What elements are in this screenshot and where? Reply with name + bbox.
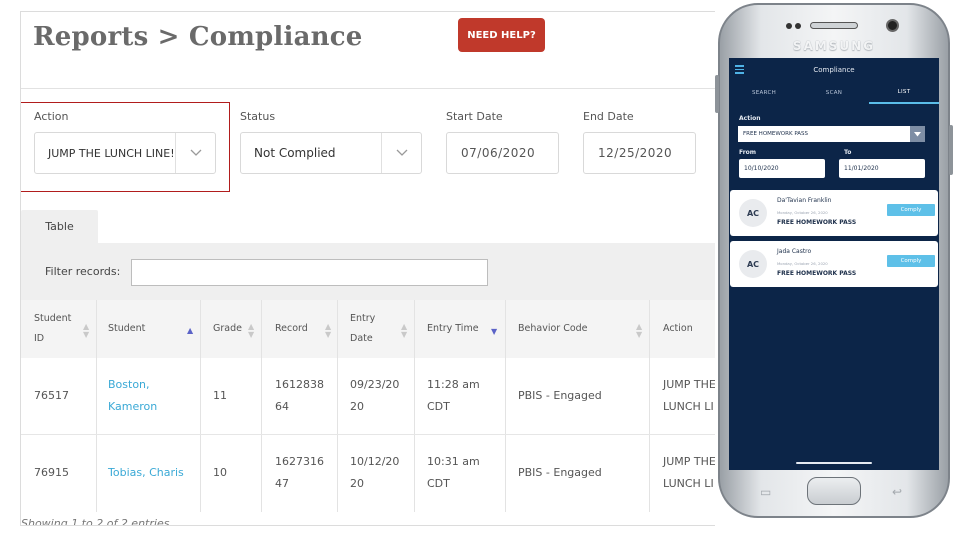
from-label: From [739,149,757,156]
app-title: Compliance [813,66,855,74]
col-header-action[interactable]: Action [663,319,693,339]
from-date-input[interactable]: 10/10/2020 [739,159,825,178]
sort-asc-icon[interactable]: ▲ [187,327,193,335]
need-help-button[interactable]: NEED HELP? [458,18,545,52]
hamburger-menu-icon[interactable] [735,65,744,74]
sort-desc-icon[interactable]: ▼ [491,328,497,336]
list-item[interactable]: AC Da'Tavian Franklin Monday, October 26… [730,190,938,236]
avatar: AC [739,199,767,227]
cell-entry-time: 10:31 am CDT [427,455,480,490]
to-date-input[interactable]: 11/01/2020 [839,159,925,178]
status-label: Status [240,110,276,123]
phone-screen: Compliance SEARCH SCAN LIST Action FREE … [729,58,939,470]
start-date-label: Start Date [446,110,503,123]
list-item[interactable]: AC Jada Castro Monday, October 26, 2020 … [730,241,938,287]
table-info: Showing 1 to 2 of 2 entries [21,517,170,526]
avatar: AC [739,250,767,278]
back-icon[interactable]: ↩ [892,485,902,499]
student-link[interactable]: Boston, Kameron [108,374,157,418]
col-header-record[interactable]: Record [275,319,308,339]
cell-record: 1612838 64 [275,378,324,413]
mobile-action-select[interactable]: FREE HOMEWORK PASS [738,126,925,142]
col-header-behavior-code[interactable]: Behavior Code [518,319,588,339]
col-header-entry-time[interactable]: Entry Time [427,319,479,339]
sort-icon[interactable]: ▲ ▼ [325,323,331,339]
desktop-panel: Reports > Compliance NEED HELP? Action J… [20,11,715,526]
filter-records-label: Filter records: [45,265,121,278]
sensor-dot [786,23,792,29]
column-divider [261,300,262,512]
app-bar: Compliance [729,58,939,82]
column-divider [414,300,415,512]
cell-record: 1627316 47 [275,455,324,490]
status-select-value: Not Complied [254,146,336,160]
row-divider [21,434,715,435]
header-divider [21,88,715,89]
start-date-input[interactable]: 07/06/2020 [446,132,559,174]
end-date-label: End Date [583,110,634,123]
to-label: To [844,149,852,156]
column-divider [649,300,650,512]
comply-button[interactable]: Comply [887,204,935,216]
home-button[interactable] [807,477,861,505]
comply-button[interactable]: Comply [887,255,935,267]
filter-records-input[interactable] [131,259,488,286]
phone-frame: SAMSUNG Compliance SEARCH SCAN LIST Acti… [715,3,953,518]
status-select[interactable]: Not Complied [240,132,422,174]
tab-search[interactable]: SEARCH [729,82,799,104]
col-header-student-id[interactable]: Student ID [34,309,71,349]
end-date-input[interactable]: 12/25/2020 [583,132,696,174]
student-link[interactable]: Tobias, Charis [108,462,184,484]
mobile-tabs: SEARCH SCAN LIST [729,82,939,104]
sensor-dot [795,23,801,29]
camera-icon [886,19,899,32]
chevron-down-icon[interactable] [381,133,421,173]
cell-grade: 11 [213,389,227,402]
volume-button [715,75,719,113]
cell-student-id: 76915 [34,466,69,479]
column-divider [505,300,506,512]
sort-icon[interactable]: ▲ ▼ [636,323,642,339]
page-title: Reports > Compliance [33,22,363,52]
cell-action: JUMP THE LUNCH LI [663,378,715,413]
cell-entry-date: 10/12/20 20 [350,455,400,490]
col-header-student[interactable]: Student [108,319,145,339]
dropdown-caret-icon[interactable] [910,126,925,142]
sort-icon[interactable]: ▲ ▼ [248,323,254,339]
power-button [949,125,953,175]
column-divider [96,300,97,512]
card-pass: FREE HOMEWORK PASS [777,270,857,277]
home-indicator [796,462,872,464]
column-divider [337,300,338,512]
mobile-action-label: Action [739,115,761,122]
column-divider [200,300,201,512]
table-header: Student ID ▲ ▼ Student ▲ Grade ▲ ▼ Record … [21,300,715,358]
cell-entry-time: 11:28 am CDT [427,378,480,413]
cell-behavior-code: PBIS - Engaged [518,389,602,402]
mobile-action-value: FREE HOMEWORK PASS [743,131,809,137]
card-student-name: Jada Castro [777,248,812,255]
speaker-grille [810,22,858,29]
sort-icon[interactable]: ▲ ▼ [401,323,407,339]
sort-icon[interactable]: ▲ ▼ [83,323,89,339]
cell-entry-date: 09/23/20 20 [350,378,400,413]
brand-logo: SAMSUNG [792,39,876,53]
card-pass: FREE HOMEWORK PASS [777,219,857,226]
col-header-entry-date[interactable]: Entry Date [350,309,375,349]
recent-apps-icon[interactable]: ▭ [760,485,771,499]
col-header-grade[interactable]: Grade [213,319,242,339]
cell-grade: 10 [213,466,227,479]
tab-table[interactable]: Table [21,210,98,243]
card-date: Monday, October 26, 2020 [777,261,828,266]
filter-bar: Filter records: [21,243,715,300]
tab-scan[interactable]: SCAN [799,82,869,104]
cell-behavior-code: PBIS - Engaged [518,466,602,479]
action-highlight-box [21,102,230,192]
tab-list[interactable]: LIST [869,82,939,104]
card-student-name: Da'Tavian Franklin [777,197,832,204]
cell-student-id: 76517 [34,389,69,402]
card-date: Monday, October 26, 2020 [777,210,828,215]
cell-action: JUMP THE LUNCH LI [663,455,715,490]
